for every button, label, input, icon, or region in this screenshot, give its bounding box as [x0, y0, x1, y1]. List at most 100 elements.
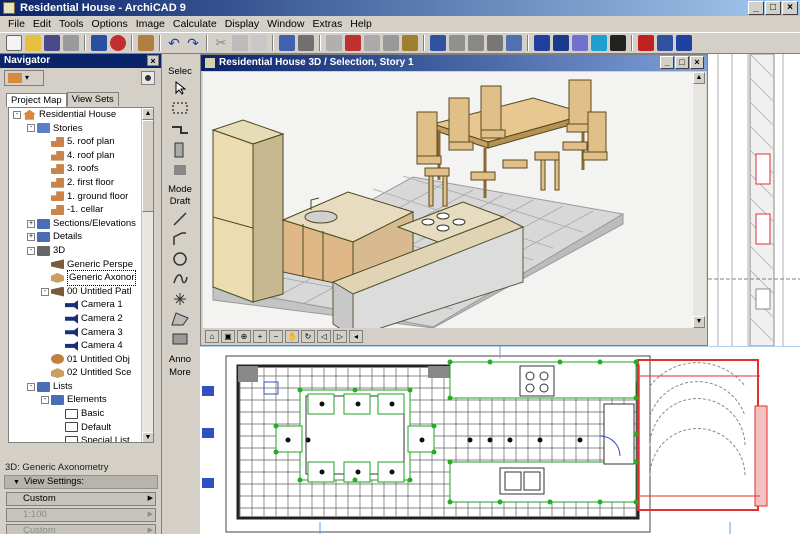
menu-tools[interactable]: Tools: [55, 16, 88, 32]
door-tool-icon[interactable]: [169, 141, 191, 159]
menu-calculate[interactable]: Calculate: [169, 16, 221, 32]
redo-icon[interactable]: ↷: [185, 35, 201, 51]
tree-item[interactable]: Camera 3: [9, 326, 143, 340]
tree-item[interactable]: Camera 4: [9, 339, 143, 353]
tree-item[interactable]: 1. ground floor: [9, 190, 143, 204]
house-view-icon[interactable]: [449, 35, 465, 51]
rotate-icon[interactable]: ↻: [301, 329, 315, 343]
maximize-button[interactable]: □: [765, 1, 781, 15]
tree-item[interactable]: + Details: [9, 230, 143, 244]
library-icon[interactable]: [638, 35, 654, 51]
edit-icon[interactable]: [430, 35, 446, 51]
3d-maximize-button[interactable]: □: [675, 56, 689, 69]
paste-icon[interactable]: [251, 35, 267, 51]
view-settings-header[interactable]: ▼ View Settings:: [4, 475, 158, 489]
collapse-icon[interactable]: -: [27, 246, 35, 255]
expand-icon[interactable]: +: [27, 219, 35, 228]
next-view-icon[interactable]: ▷: [333, 329, 347, 343]
tree-item[interactable]: - 3D: [9, 244, 143, 258]
floor-plan-view[interactable]: [200, 346, 800, 534]
elevation-icon[interactable]: [506, 35, 522, 51]
zoom-fit-icon[interactable]: ▣: [221, 329, 235, 343]
tree-item[interactable]: + Sections/Elevations: [9, 217, 143, 231]
tree-item[interactable]: Camera 2: [9, 312, 143, 326]
previous-view-icon[interactable]: ◁: [317, 329, 331, 343]
scroll-down-arrow[interactable]: ▼: [142, 432, 153, 442]
circle-tool-icon[interactable]: [169, 250, 191, 268]
tree-item[interactable]: Special List: [9, 434, 143, 442]
close-button[interactable]: ×: [782, 1, 798, 15]
collapse-icon[interactable]: -: [41, 396, 49, 405]
scroll-down-arrow[interactable]: ▼: [693, 316, 705, 328]
pin-icon[interactable]: [345, 35, 361, 51]
new-file-icon[interactable]: [6, 35, 22, 51]
spline-tool-icon[interactable]: [169, 270, 191, 288]
house-3d-icon[interactable]: [468, 35, 484, 51]
wall-tool-icon[interactable]: [169, 121, 191, 139]
3d-minimize-button[interactable]: _: [660, 56, 674, 69]
open-folder-icon[interactable]: [25, 35, 41, 51]
3d-view-icon[interactable]: [591, 35, 607, 51]
copy-icon[interactable]: [232, 35, 248, 51]
figure-tool-icon[interactable]: [169, 330, 191, 348]
scroll-up-arrow[interactable]: ▲: [693, 72, 705, 84]
tree-item[interactable]: Default: [9, 421, 143, 435]
settings-field-3[interactable]: Custom ▶: [6, 524, 156, 534]
menu-edit[interactable]: Edit: [29, 16, 55, 32]
render-icon[interactable]: [572, 35, 588, 51]
collapse-icon[interactable]: -: [27, 124, 35, 133]
fill-tool-icon[interactable]: [169, 310, 191, 328]
info-icon[interactable]: [676, 35, 692, 51]
tree-item[interactable]: 4. roof plan: [9, 149, 143, 163]
menu-file[interactable]: File: [4, 16, 29, 32]
navigator-close-button[interactable]: ×: [147, 55, 159, 66]
zoom-box-icon[interactable]: ⊕: [237, 329, 251, 343]
home-view-icon[interactable]: ⌂: [205, 329, 219, 343]
tree-item[interactable]: - Lists: [9, 380, 143, 394]
settings-field-1[interactable]: Custom ▶: [6, 492, 156, 506]
house-section-icon[interactable]: [487, 35, 503, 51]
navigator-mode-dropdown[interactable]: ▾: [4, 70, 44, 86]
camera-icon[interactable]: [610, 35, 626, 51]
tree-item[interactable]: Basic: [9, 407, 143, 421]
minimize-button[interactable]: _: [748, 1, 764, 15]
wall-tool-icon[interactable]: [364, 35, 380, 51]
hotspot-tool-icon[interactable]: [169, 290, 191, 308]
tree-item[interactable]: Camera 1: [9, 298, 143, 312]
collapse-icon[interactable]: -: [27, 382, 35, 391]
settings-field-scale[interactable]: 1:100 ▶: [6, 508, 156, 522]
settings-icon[interactable]: [657, 35, 673, 51]
cut-icon[interactable]: ✂: [213, 35, 229, 51]
menu-window[interactable]: Window: [263, 16, 308, 32]
print-icon[interactable]: [63, 35, 79, 51]
fly-icon[interactable]: [534, 35, 550, 51]
grid-icon[interactable]: [279, 35, 295, 51]
scroll-thumb[interactable]: [142, 120, 153, 212]
3d-close-button[interactable]: ×: [690, 56, 704, 69]
menu-image[interactable]: Image: [132, 16, 169, 32]
tree-item[interactable]: - 00 Untitled Patl: [9, 285, 143, 299]
scroll-up-arrow[interactable]: ▲: [142, 108, 153, 120]
scroll-left-arrow[interactable]: ◂: [349, 329, 363, 343]
tree-item[interactable]: -1. cellar: [9, 203, 143, 217]
tree-item[interactable]: Generic Perspe: [9, 258, 143, 272]
save-icon[interactable]: [44, 35, 60, 51]
navigator-options-button[interactable]: [141, 71, 155, 85]
menu-display[interactable]: Display: [221, 16, 263, 32]
tab-project-map[interactable]: Project Map: [6, 93, 67, 107]
tree-item[interactable]: Generic Axonor: [9, 270, 143, 286]
expand-icon[interactable]: +: [27, 233, 35, 242]
zoom-in-icon[interactable]: +: [253, 329, 267, 343]
hotlink-icon[interactable]: [402, 35, 418, 51]
pan-hand-icon[interactable]: ✋: [285, 329, 299, 343]
3d-model-canvas[interactable]: [203, 72, 693, 338]
teamwork-icon[interactable]: [138, 35, 154, 51]
tab-view-sets[interactable]: View Sets: [66, 92, 119, 106]
publish-icon[interactable]: [91, 35, 107, 51]
marquee-tool-icon[interactable]: [169, 99, 191, 117]
polyline-tool-icon[interactable]: [169, 230, 191, 248]
tree-item[interactable]: - Residential House: [9, 108, 143, 122]
menu-extras[interactable]: Extras: [308, 16, 346, 32]
window-tool-icon[interactable]: [169, 161, 191, 179]
collapse-icon[interactable]: -: [13, 110, 21, 119]
